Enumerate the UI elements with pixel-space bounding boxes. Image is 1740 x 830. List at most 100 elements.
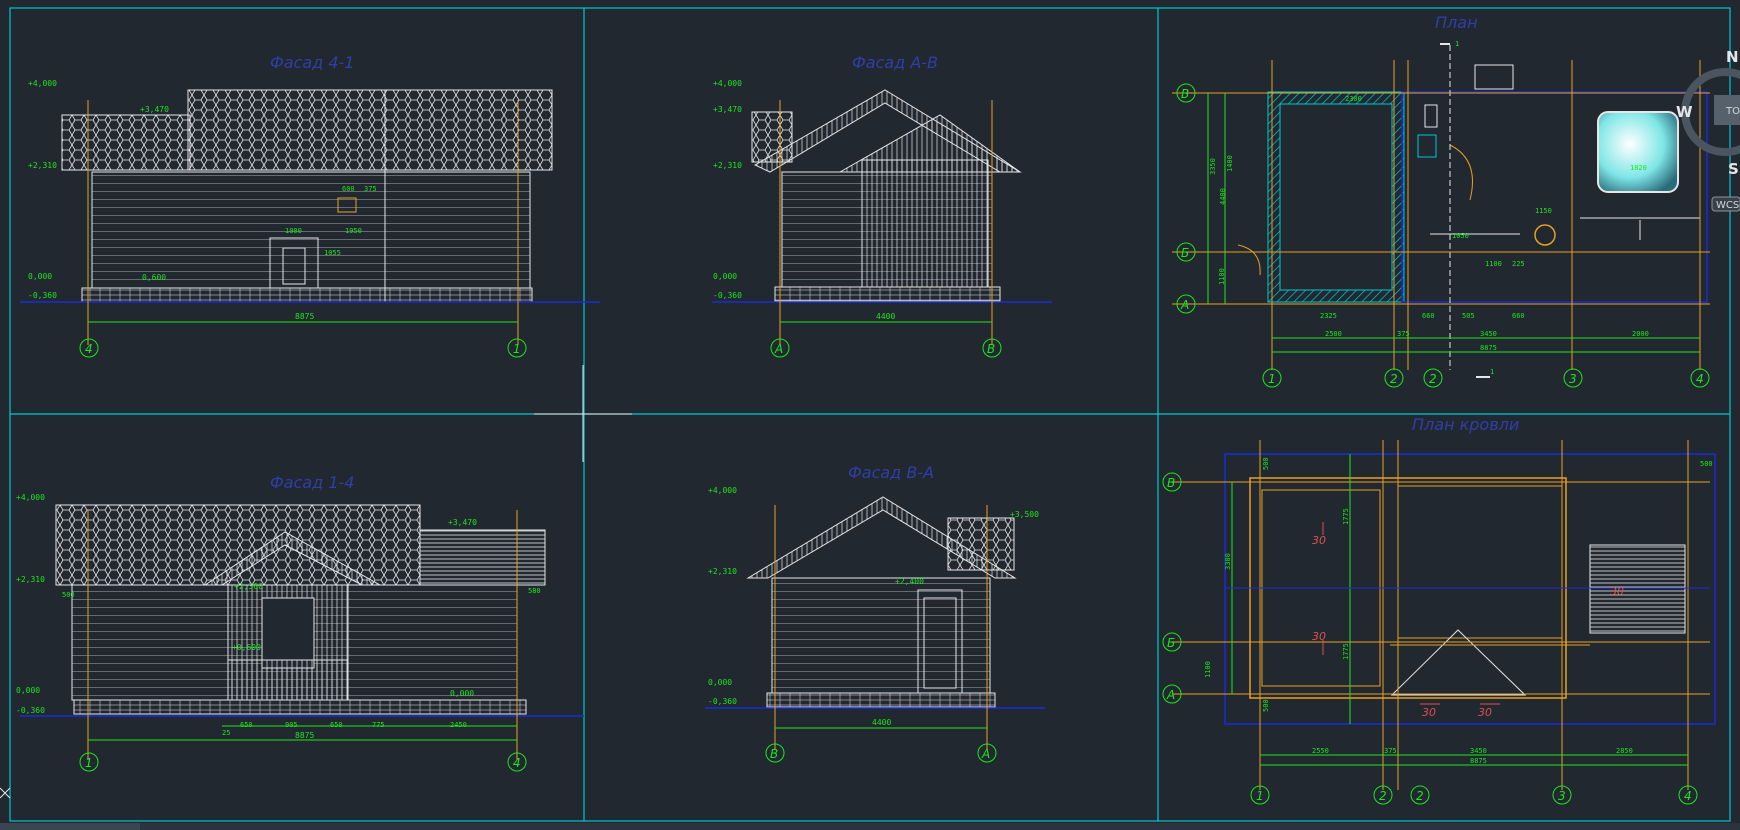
svg-text:500: 500 xyxy=(1262,699,1270,712)
svg-text:+4,000: +4,000 xyxy=(708,486,737,495)
svg-text:WCS: WCS xyxy=(1716,200,1739,211)
svg-text:25: 25 xyxy=(222,729,230,737)
ucs-icon xyxy=(0,787,11,799)
svg-text:3350: 3350 xyxy=(1209,158,1217,175)
svg-text:А: А xyxy=(774,342,783,356)
svg-text:30: 30 xyxy=(1478,706,1492,719)
svg-text:4: 4 xyxy=(1684,789,1692,803)
svg-text:+2,310: +2,310 xyxy=(708,567,737,576)
svg-text:Б: Б xyxy=(1181,246,1189,260)
svg-text:2450: 2450 xyxy=(450,721,467,729)
bath-tub-highlight xyxy=(1597,111,1679,193)
svg-text:580: 580 xyxy=(528,587,541,595)
svg-text:4400: 4400 xyxy=(872,718,891,727)
svg-text:+2,310: +2,310 xyxy=(28,161,57,170)
svg-text:0,000: 0,000 xyxy=(16,686,40,695)
svg-text:+4,000: +4,000 xyxy=(28,79,57,88)
svg-text:+3,500: +3,500 xyxy=(1010,510,1039,519)
svg-text:0,000: 0,000 xyxy=(713,272,737,281)
svg-text:8875: 8875 xyxy=(295,731,314,740)
svg-text:2: 2 xyxy=(1416,789,1424,803)
svg-text:А: А xyxy=(1180,298,1189,312)
svg-text:Б: Б xyxy=(1167,636,1175,650)
svg-text:+0,600: +0,600 xyxy=(232,643,261,652)
svg-text:8875: 8875 xyxy=(1480,344,1497,352)
svg-text:3450: 3450 xyxy=(1470,747,1487,755)
svg-text:8875: 8875 xyxy=(295,312,314,321)
svg-text:1100: 1100 xyxy=(1204,661,1212,678)
svg-text:1775: 1775 xyxy=(1342,643,1350,660)
svg-text:+2,360: +2,360 xyxy=(234,582,263,591)
svg-text:225: 225 xyxy=(1512,260,1525,268)
svg-text:4: 4 xyxy=(1696,372,1704,386)
svg-text:+4,000: +4,000 xyxy=(16,493,45,502)
svg-text:+3,470: +3,470 xyxy=(448,518,477,527)
svg-text:30: 30 xyxy=(1422,706,1436,719)
roof-plan[interactable]: План кровли 30 30 30 30 30 500 500 1775 xyxy=(1162,415,1716,805)
svg-text:0,000: 0,000 xyxy=(28,272,52,281)
svg-text:В: В xyxy=(987,342,995,356)
cad-drawing-canvas[interactable]: Фасад 4-1 8875 +4,000 +3,470 +2,310 0,00… xyxy=(0,0,1740,830)
svg-text:1: 1 xyxy=(1268,372,1276,386)
svg-text:+3,470: +3,470 xyxy=(140,105,169,114)
svg-text:0,000: 0,000 xyxy=(450,689,474,698)
svg-text:+2,400: +2,400 xyxy=(895,577,924,586)
svg-text:2325: 2325 xyxy=(1320,312,1337,320)
svg-text:0,600: 0,600 xyxy=(142,273,166,282)
svg-text:0,000: 0,000 xyxy=(708,678,732,687)
svg-text:1050: 1050 xyxy=(1452,232,1469,240)
svg-text:В: В xyxy=(770,747,778,761)
svg-text:1: 1 xyxy=(85,756,93,770)
svg-text:1950: 1950 xyxy=(345,227,362,235)
svg-text:3300: 3300 xyxy=(1224,553,1232,570)
svg-text:600: 600 xyxy=(342,185,355,193)
facade-1-4[interactable]: Фасад 1-4 8875 500 580 25 650 905 650 77… xyxy=(16,473,584,772)
svg-text:4400: 4400 xyxy=(876,312,895,321)
facade-4-1[interactable]: Фасад 4-1 8875 +4,000 +3,470 +2,310 0,00… xyxy=(20,53,600,358)
svg-text:1400: 1400 xyxy=(1226,155,1234,172)
plan-title: План xyxy=(1435,13,1478,32)
svg-text:4: 4 xyxy=(513,756,521,770)
svg-text:375: 375 xyxy=(364,185,377,193)
svg-text:650: 650 xyxy=(240,721,253,729)
status-bar xyxy=(0,823,1740,830)
svg-text:650: 650 xyxy=(330,721,343,729)
svg-text:2: 2 xyxy=(1429,372,1437,386)
floor-plan[interactable]: План 1 1 2300 3350 2500 375 3450 2000 88… xyxy=(1172,13,1710,388)
svg-text:+2,310: +2,310 xyxy=(713,161,742,170)
facade-v-a-title: Фасад В-А xyxy=(848,463,934,482)
svg-text:775: 775 xyxy=(372,721,385,729)
facade-v-a[interactable]: Фасад В-А 4400 +4,000 +3,500 +2,310 +2,4… xyxy=(705,463,1045,763)
svg-text:3450: 3450 xyxy=(1480,330,1497,338)
layout-tabs[interactable] xyxy=(0,823,140,830)
svg-text:1: 1 xyxy=(1256,789,1264,803)
svg-text:3: 3 xyxy=(1569,372,1577,386)
svg-text:+3,470: +3,470 xyxy=(713,105,742,114)
facade-1-4-title: Фасад 1-4 xyxy=(270,473,354,492)
svg-text:А: А xyxy=(1166,688,1175,702)
svg-text:2: 2 xyxy=(1390,372,1398,386)
svg-text:В: В xyxy=(1181,87,1189,101)
svg-text:3: 3 xyxy=(1558,789,1566,803)
svg-text:30: 30 xyxy=(1312,534,1326,547)
svg-text:2000: 2000 xyxy=(1632,330,1649,338)
svg-text:N: N xyxy=(1726,48,1739,66)
svg-text:375: 375 xyxy=(1397,330,1410,338)
svg-text:375: 375 xyxy=(1384,747,1397,755)
svg-text:W: W xyxy=(1676,103,1693,121)
svg-text:1: 1 xyxy=(1455,40,1459,48)
svg-text:-0,360: -0,360 xyxy=(16,706,45,715)
svg-text:В: В xyxy=(1167,476,1175,490)
svg-text:4400: 4400 xyxy=(1219,188,1227,205)
svg-text:2300: 2300 xyxy=(1345,95,1362,103)
svg-text:2: 2 xyxy=(1379,789,1387,803)
roof-plan-title: План кровли xyxy=(1412,415,1519,434)
svg-text:905: 905 xyxy=(285,721,298,729)
svg-text:2550: 2550 xyxy=(1312,747,1329,755)
svg-text:-0,360: -0,360 xyxy=(708,697,737,706)
facade-a-v[interactable]: Фасад А-В 4400 +4,000 +3,470 +2,310 0,00… xyxy=(712,53,1052,358)
svg-text:660: 660 xyxy=(1422,312,1435,320)
svg-text:1055: 1055 xyxy=(324,249,341,257)
facade-a-v-title: Фасад А-В xyxy=(852,53,938,72)
svg-text:1820: 1820 xyxy=(1630,164,1647,172)
